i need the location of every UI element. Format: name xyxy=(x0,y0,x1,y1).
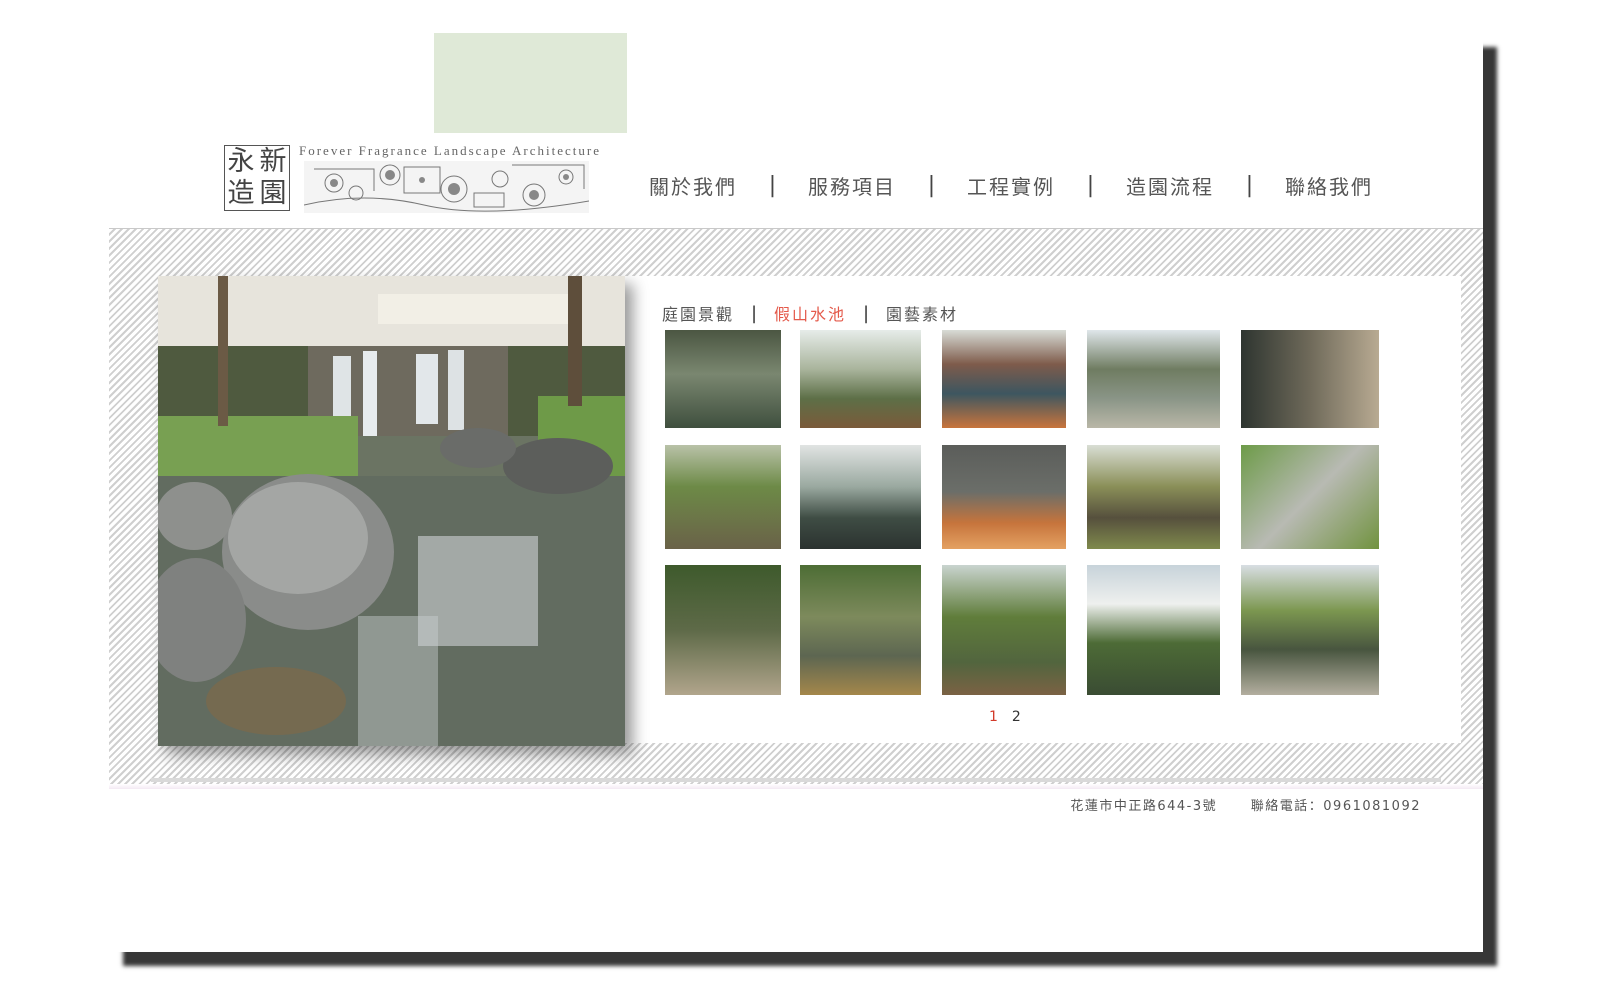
nav-separator: | xyxy=(1245,173,1254,198)
logo-char: 新 xyxy=(259,146,287,177)
logo-char: 園 xyxy=(259,178,287,209)
logo-mark[interactable]: 永 新 造 園 xyxy=(224,145,290,211)
tab-rockery-pond[interactable]: 假山水池 xyxy=(774,301,846,325)
tab-separator: | xyxy=(862,302,870,324)
footer-address: 花蓮市中正路644-3號 xyxy=(1070,799,1218,814)
nav-about[interactable]: 關於我們 xyxy=(649,171,737,200)
nav-projects[interactable]: 工程實例 xyxy=(967,171,1055,200)
thumbnail[interactable] xyxy=(942,445,1066,549)
tab-separator: | xyxy=(750,302,758,324)
nav-separator: | xyxy=(768,173,777,198)
nav-separator: | xyxy=(1086,173,1095,198)
logo-english-name: Forever Fragrance Landscape Architecture xyxy=(299,143,601,158)
featured-photo[interactable] xyxy=(158,276,625,746)
pond-waterfall-image xyxy=(158,276,625,746)
thumbnail[interactable] xyxy=(1241,330,1379,428)
page-container: 永 新 造 園 Forever Fragrance Landscape Arch… xyxy=(109,33,1483,952)
tab-garden-landscape[interactable]: 庭園景觀 xyxy=(662,301,734,325)
thumbnail[interactable] xyxy=(665,445,781,549)
main-nav: 關於我們 | 服務項目 | 工程實例 | 造園流程 | 聯絡我們 xyxy=(649,171,1373,200)
page-link[interactable]: 2 xyxy=(1012,709,1021,725)
site-header: 永 新 造 園 Forever Fragrance Landscape Arch… xyxy=(109,33,1483,231)
thumbnail[interactable] xyxy=(800,565,921,695)
site-footer: 花蓮市中正路644-3號 聯絡電話：0961081092 xyxy=(1070,795,1421,814)
thumbnail[interactable] xyxy=(1087,445,1220,549)
gallery-pagination: 1 2 xyxy=(989,709,1021,725)
tab-horticulture-materials[interactable]: 園藝素材 xyxy=(886,301,958,325)
nav-separator: | xyxy=(927,173,936,198)
gallery-tabs: 庭園景觀 | 假山水池 | 園藝素材 xyxy=(662,301,958,325)
thumbnail[interactable] xyxy=(800,445,921,549)
page-link[interactable]: 1 xyxy=(989,709,998,725)
content-divider xyxy=(151,778,1441,782)
logo-char: 造 xyxy=(227,178,255,209)
thumbnail[interactable] xyxy=(942,565,1066,695)
logo-char: 永 xyxy=(227,146,255,177)
thumbnail[interactable] xyxy=(1241,565,1379,695)
garden-plan-sketch xyxy=(304,161,589,213)
footer-bar xyxy=(109,784,1483,789)
thumbnail[interactable] xyxy=(1087,565,1220,695)
thumbnail[interactable] xyxy=(665,565,781,695)
thumbnail[interactable] xyxy=(800,330,921,428)
footer-phone: 聯絡電話：0961081092 xyxy=(1250,799,1421,814)
thumbnail[interactable] xyxy=(665,330,781,428)
nav-services[interactable]: 服務項目 xyxy=(808,171,896,200)
thumbnail[interactable] xyxy=(942,330,1066,428)
thumbnail[interactable] xyxy=(1241,445,1379,549)
nav-process[interactable]: 造園流程 xyxy=(1126,171,1214,200)
nav-contact[interactable]: 聯絡我們 xyxy=(1285,171,1373,200)
thumbnail[interactable] xyxy=(1087,330,1220,428)
banner-placeholder xyxy=(434,33,627,133)
